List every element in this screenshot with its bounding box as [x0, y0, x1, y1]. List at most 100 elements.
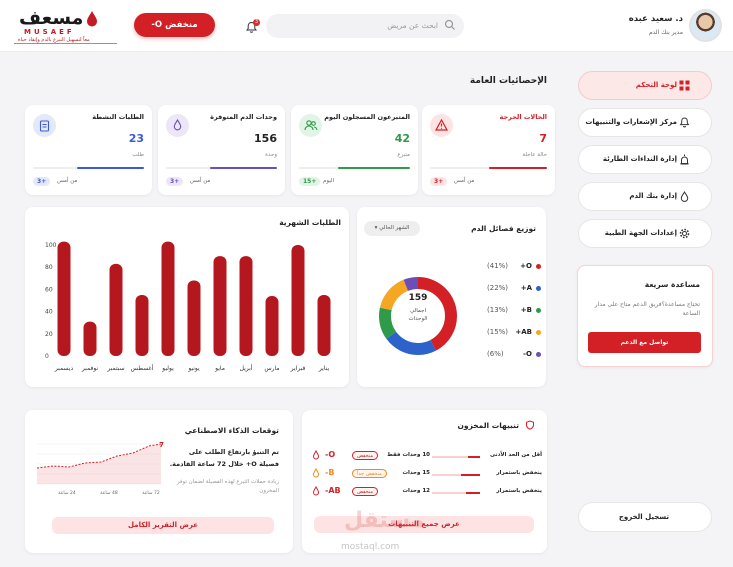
- sidebar-item-label: لوحة التحكم: [635, 81, 677, 89]
- x-tick-label: ديسمبر: [54, 365, 74, 372]
- legend-pct: (6%): [487, 350, 504, 358]
- bar[interactable]: [317, 294, 331, 356]
- inventory-row[interactable]: أقل من الحد الأدنى 10 وحدات فقط منخفض O-: [312, 450, 542, 462]
- inventory-row[interactable]: ينخفض باستمرار 12 وحدات منخفض AB-: [312, 486, 542, 498]
- ai-predictions-card: توقعات الذكاء الاصطناعي تم التنبؤ بارتفا…: [25, 410, 293, 553]
- legend-name: A+: [520, 284, 532, 292]
- stat-unit: حالة عاجلة: [522, 152, 547, 158]
- sidebar-item-dashboard[interactable]: لوحة التحكم: [578, 71, 712, 100]
- stat-unit: متبرع: [397, 152, 410, 158]
- legend-pct: (41%): [487, 262, 509, 270]
- y-tick-label: 80: [45, 264, 53, 271]
- ai-headline: تم التنبؤ بارتفاع الطلب على فصيلة O+ خلا…: [169, 448, 279, 468]
- stat-progress: [166, 167, 277, 169]
- help-text: تحتاج مساعدة؟فريق الدعم متاح على مدار ال…: [594, 301, 700, 317]
- sidebar-item-emergency-calls[interactable]: إدارة النداءات الطارئة: [578, 145, 712, 174]
- stat-delta: +3: [166, 177, 184, 186]
- contact-support-button[interactable]: تواصل مع الدعم: [588, 332, 701, 353]
- stat-unit: وحدة: [265, 152, 277, 158]
- stat-value: 7: [539, 132, 547, 145]
- bar[interactable]: [57, 241, 71, 356]
- stat-delta: +3: [430, 177, 448, 186]
- warning-icon: [430, 114, 453, 137]
- inventory-badge: منخفض: [352, 487, 379, 496]
- legend-dot: [536, 264, 541, 269]
- sidebar-item-settings[interactable]: إعدادات الجهة الطبية: [578, 219, 712, 248]
- help-title: مساعدة سريعة: [644, 280, 700, 289]
- grid-icon: [679, 80, 690, 91]
- legend-dot: [536, 286, 541, 291]
- sidebar-item-notifications[interactable]: مركز الإشعارات والتنبيهات: [578, 108, 712, 137]
- x-tick-label: أبريل: [240, 364, 253, 372]
- stat-progress-fill: [488, 167, 547, 169]
- x-tick-label: أغسطس: [131, 364, 154, 372]
- logo-arabic: مسعف: [19, 7, 84, 29]
- bar[interactable]: [135, 294, 149, 356]
- bar[interactable]: [187, 280, 201, 356]
- legend-name: O+: [520, 262, 532, 270]
- forecast-x-label: 72 ساعة: [142, 490, 160, 496]
- inventory-level-fill: [460, 474, 480, 476]
- bar[interactable]: [291, 245, 305, 356]
- user-role: مدير بنك الدم: [648, 29, 683, 36]
- stat-card-critical[interactable]: الحالات الحرجة 7 حالة عاجلة +3 من أمس: [422, 105, 555, 195]
- bar[interactable]: [213, 256, 227, 356]
- inventory-row[interactable]: ينخفض باستمرار 15 وحدات منخفض جداً B-: [312, 468, 542, 480]
- bell-icon: [679, 117, 690, 128]
- inventory-status: أقل من الحد الأدنى: [489, 452, 542, 458]
- inventory-level-fill: [468, 456, 480, 458]
- period-filter[interactable]: الشهر الحالي ▾: [364, 221, 420, 236]
- alert-button[interactable]: منخفض O-: [134, 13, 215, 37]
- donut-center-value: 159: [408, 293, 428, 303]
- stat-card-donors[interactable]: المتبرعون المسجلون اليوم 42 متبرع +15 ال…: [291, 105, 418, 195]
- inventory-level-bar: [432, 474, 480, 476]
- chevron-down-icon: ▾: [374, 225, 378, 231]
- logout-label: تسجيل الخروج: [618, 513, 669, 521]
- stat-progress-fill: [77, 167, 144, 169]
- stat-value: 23: [128, 132, 144, 145]
- bar[interactable]: [109, 263, 123, 356]
- top-header: د. سعيد عبده مدير بنك الدم ابحث عن مريض …: [0, 0, 733, 52]
- legend-item: AB+ (15%): [479, 327, 541, 337]
- stat-progress: [33, 167, 144, 169]
- stat-card-requests[interactable]: الطلبات النشطة 23 طلب +3 من أمس: [25, 105, 152, 195]
- watermark-logo: مستقل: [344, 508, 425, 533]
- watermark-url: mostaql.com: [341, 542, 400, 552]
- inventory-badge: منخفض جداً: [352, 469, 387, 478]
- shield-icon: [526, 420, 534, 430]
- stat-title: الحالات الحرجة: [499, 113, 547, 121]
- bar[interactable]: [161, 241, 175, 356]
- y-tick-label: 100: [45, 242, 57, 249]
- avatar[interactable]: [689, 9, 722, 42]
- legend-dot: [536, 330, 541, 335]
- y-tick-label: 40: [45, 309, 53, 316]
- blood-type-label: O-: [325, 450, 336, 459]
- ai-title: توقعات الذكاء الاصطناعي: [184, 426, 279, 435]
- x-tick-label: يونيو: [187, 365, 200, 372]
- bar[interactable]: [265, 296, 279, 356]
- clipboard-icon: [33, 114, 56, 137]
- legend-name: B+: [520, 306, 532, 314]
- inventory-title: تنبيهات المخزون: [457, 421, 519, 430]
- logout-button[interactable]: تسجيل الخروج: [578, 502, 712, 532]
- inventory-units: 15 وحدات: [402, 470, 430, 476]
- users-icon: [299, 114, 322, 137]
- siren-icon: [680, 154, 689, 165]
- stat-progress: [430, 167, 547, 169]
- search-input[interactable]: ابحث عن مريض: [266, 14, 464, 38]
- stat-card-blood-units[interactable]: وحدات الدم المتوفرة 156 وحدة +3 من أمس: [158, 105, 285, 195]
- sidebar-item-blood-bank[interactable]: إدارة بنك الدم: [578, 182, 712, 211]
- view-full-report-button[interactable]: عرض التقرير الكامل: [52, 517, 274, 534]
- inventory-level-bar: [432, 456, 480, 458]
- ai-subtext: زيادة حملات التبرع لهذه الفصيلة لضمان تو…: [176, 479, 279, 494]
- bar[interactable]: [83, 321, 97, 356]
- x-tick-label: مارس: [264, 365, 279, 372]
- stat-progress: [299, 167, 410, 169]
- blood-type-distribution-card: توزيع فصائل الدم الشهر الحالي ▾ 159 اجما…: [357, 207, 546, 387]
- stat-progress-fill: [337, 167, 410, 169]
- gear-icon: [679, 228, 690, 239]
- legend-pct: (22%): [487, 284, 509, 292]
- bar[interactable]: [239, 256, 253, 356]
- blood-type-label: AB-: [325, 486, 341, 495]
- stat-since: اليوم: [323, 178, 335, 184]
